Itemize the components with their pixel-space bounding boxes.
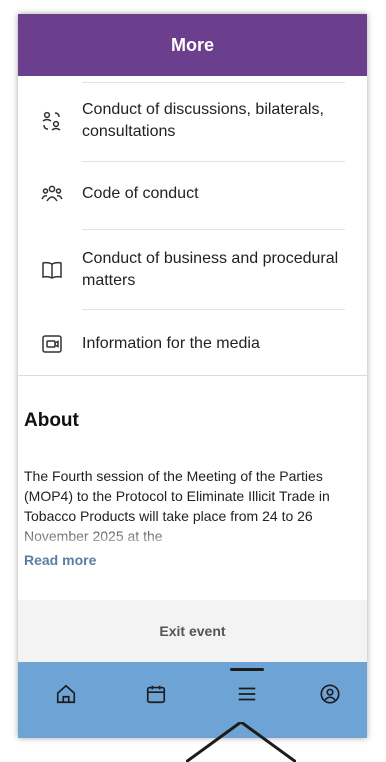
calendar-icon[interactable] — [142, 680, 170, 708]
menu-item-code-of-conduct[interactable]: Code of conduct — [18, 168, 367, 220]
menu-icon[interactable] — [233, 680, 261, 708]
page-header: More — [18, 14, 367, 76]
divider — [82, 161, 345, 162]
book-icon — [40, 258, 64, 282]
about-heading: About — [24, 410, 79, 431]
read-more-link[interactable]: Read more — [24, 552, 96, 568]
menu-item-discussions[interactable]: Conduct of discussions, bilaterals, cons… — [18, 90, 367, 152]
text-fade-overlay — [18, 524, 367, 552]
divider — [82, 82, 345, 83]
menu-item-business-procedural[interactable]: Conduct of business and procedural matte… — [18, 239, 367, 301]
menu-item-label: Code of conduct — [82, 185, 199, 202]
page-title: More — [170, 34, 214, 55]
pointer-arrow-icon — [186, 722, 296, 762]
group-icon — [40, 182, 64, 206]
menu-item-label: Conduct of discussions, bilaterals, cons… — [82, 101, 324, 140]
exit-event-button[interactable]: Exit event — [18, 600, 367, 662]
media-icon — [40, 332, 64, 356]
menu-item-label: Information for the media — [82, 335, 260, 352]
section-divider — [18, 375, 367, 376]
exit-event-label: Exit event — [159, 623, 226, 639]
people-exchange-icon — [40, 109, 64, 133]
app-frame: More Conduct of discussions, bilaterals,… — [18, 14, 367, 738]
menu-item-media-information[interactable]: Information for the media — [18, 318, 367, 370]
divider — [82, 309, 345, 310]
menu-item-label: Conduct of business and procedural matte… — [82, 250, 339, 289]
home-icon[interactable] — [52, 680, 80, 708]
active-tab-indicator — [230, 668, 264, 671]
divider — [82, 229, 345, 230]
profile-icon[interactable] — [316, 680, 344, 708]
